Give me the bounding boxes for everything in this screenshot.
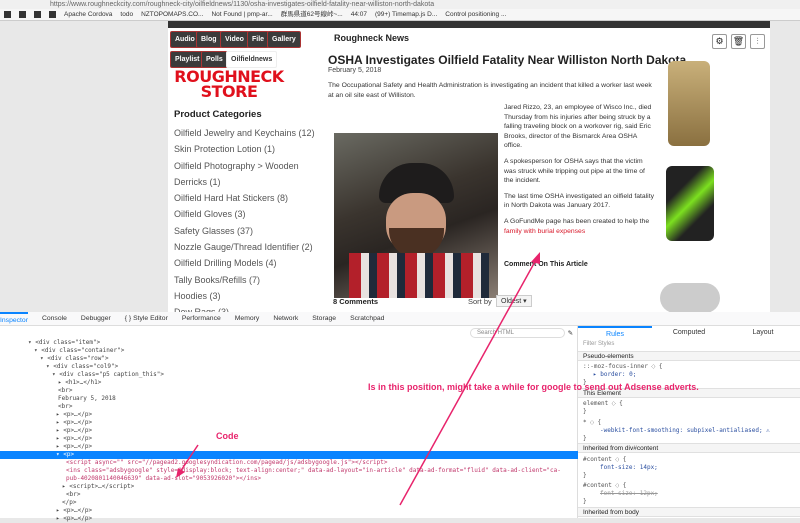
annotation-arrows [176,252,540,506]
arrowhead [176,468,185,478]
arrowhead [531,252,540,264]
position-annotation: Is in this position, might take a while … [368,382,699,392]
arrow-line [179,444,199,473]
code-annotation: Code [216,431,239,441]
